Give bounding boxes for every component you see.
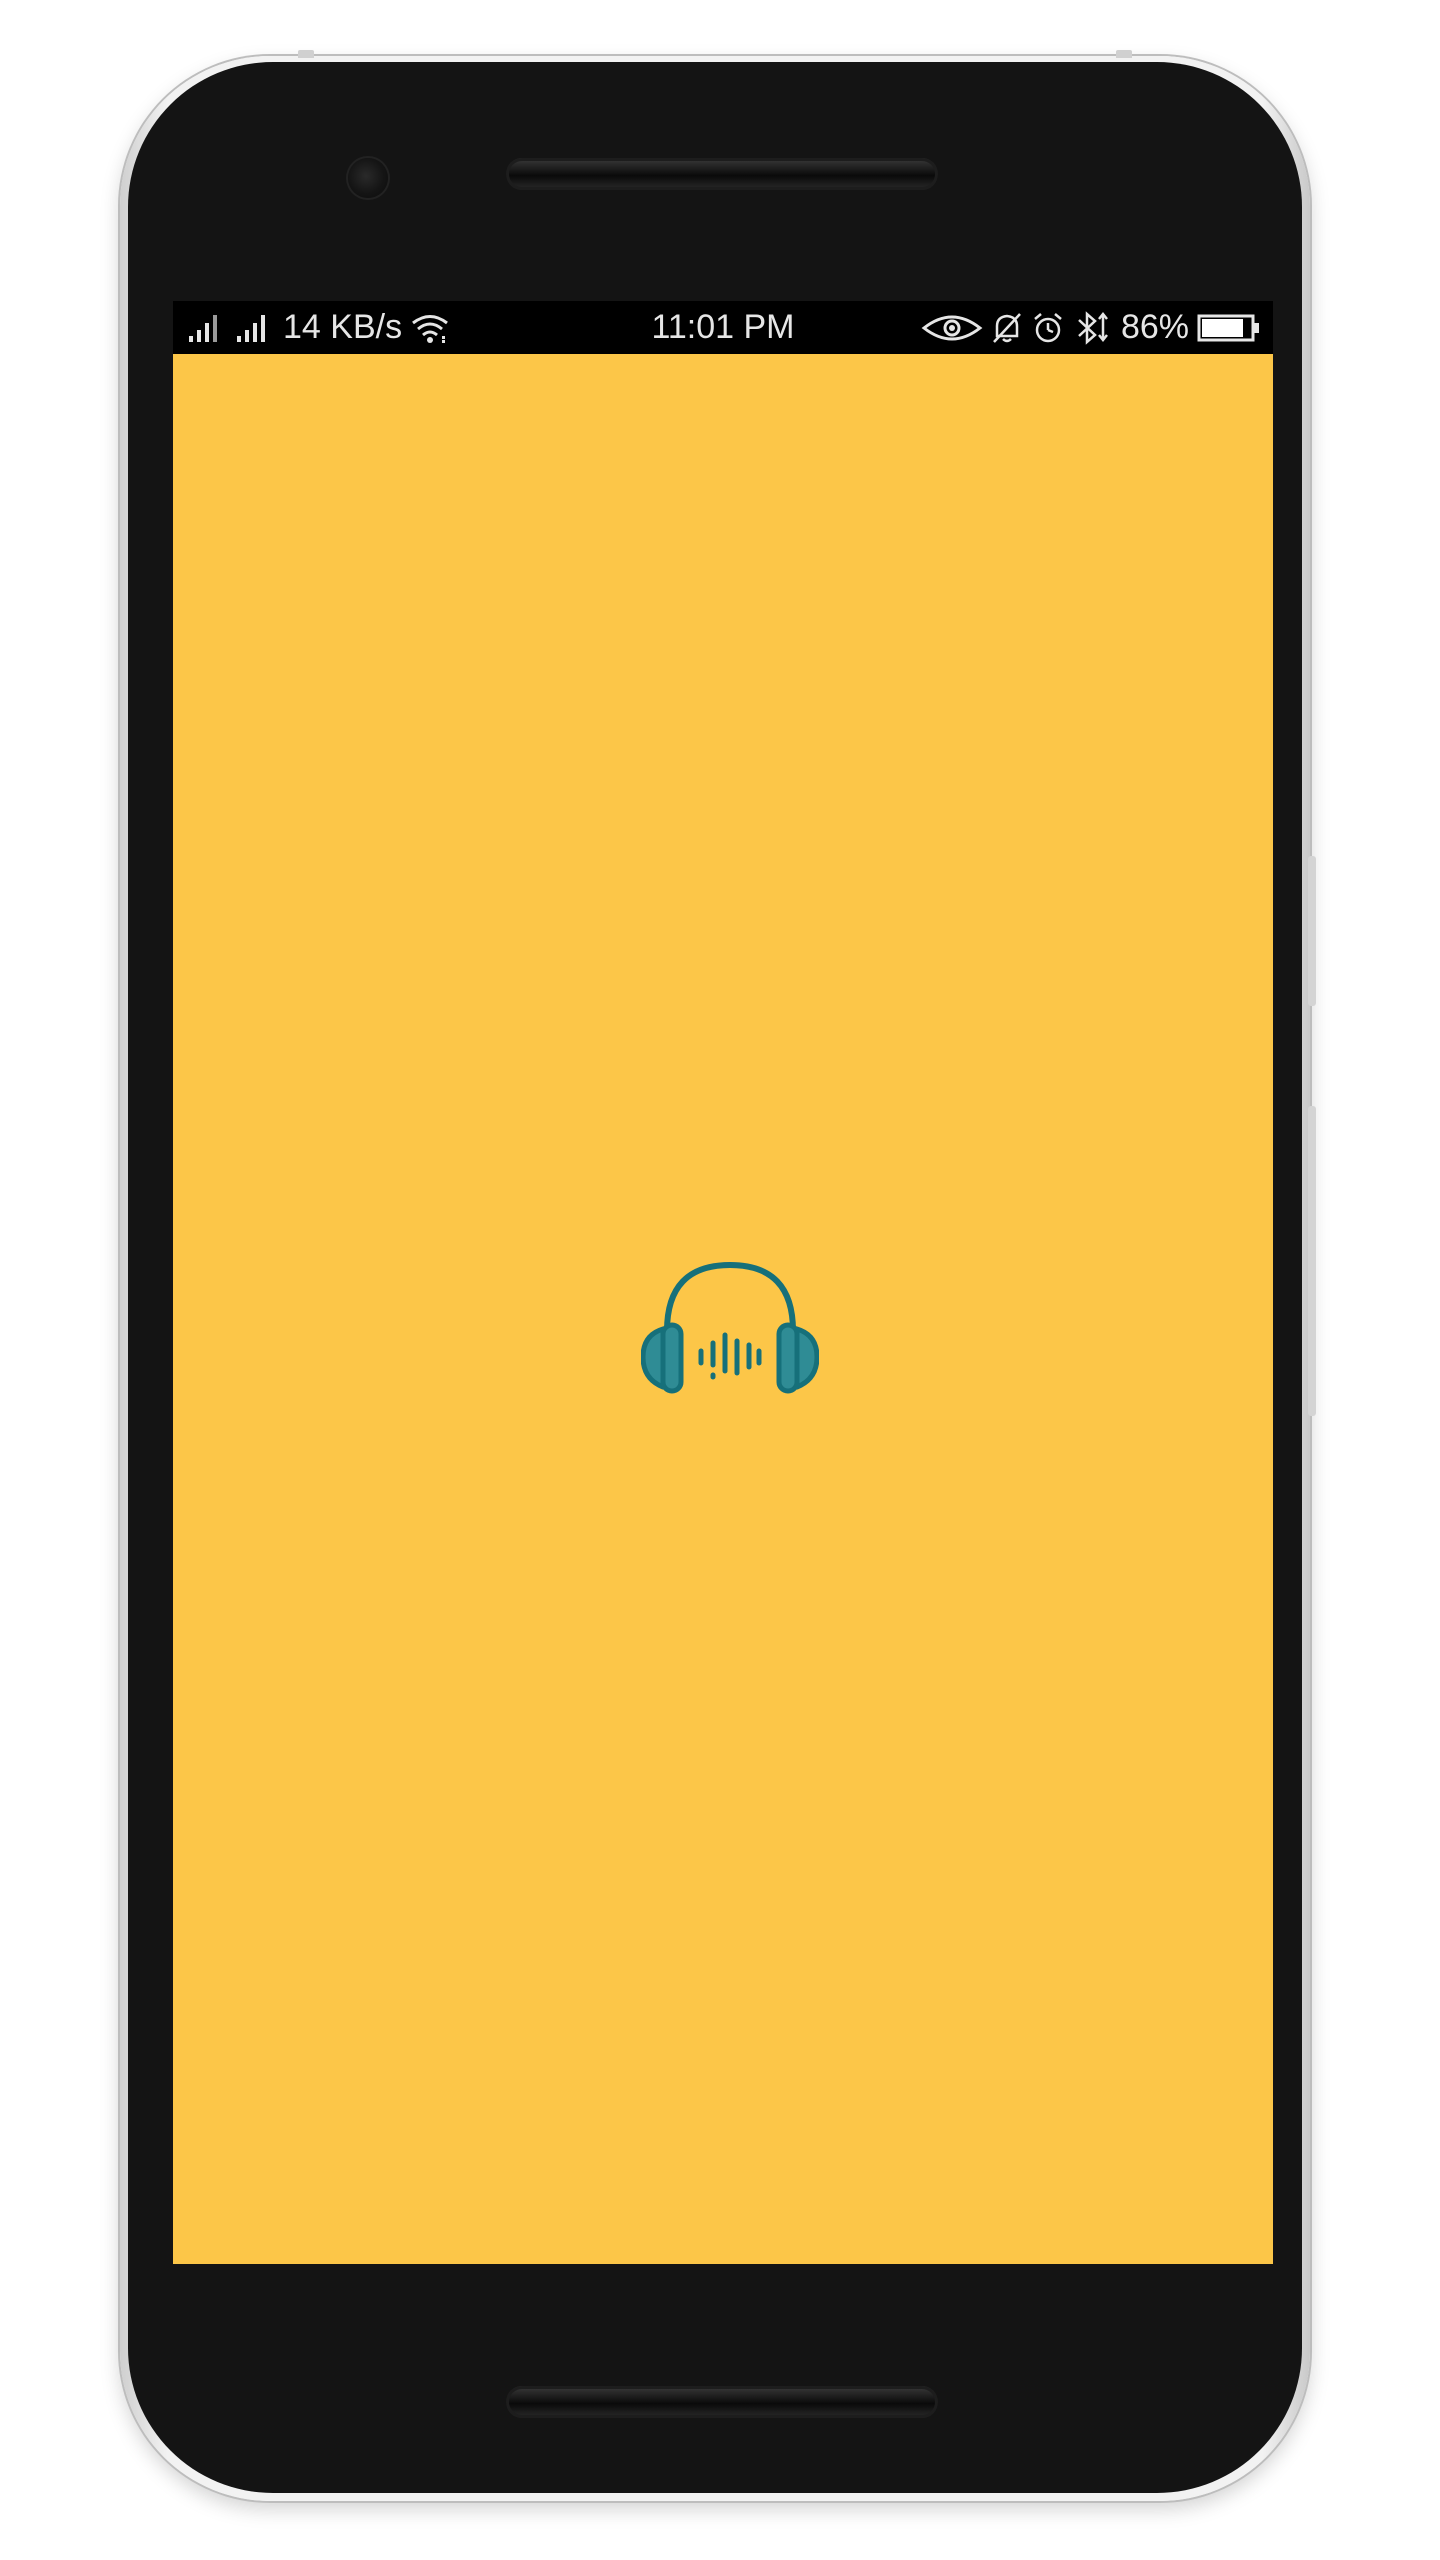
frame-top-nub-left [298, 50, 314, 58]
bell-muted-icon [991, 311, 1023, 345]
status-bar: 14 KB/s 11:01 PM 86% [173, 301, 1273, 354]
battery-icon [1197, 312, 1261, 344]
headphones-soundwave-icon [640, 1259, 820, 1399]
phone-bezel: 14 KB/s 11:01 PM 86% [128, 62, 1302, 2493]
frame-top-nub-right [1116, 50, 1132, 58]
volume-button [1308, 856, 1316, 1006]
phone-frame: 14 KB/s 11:01 PM 86% [120, 50, 1316, 2501]
device-mockup: 14 KB/s 11:01 PM 86% [0, 0, 1440, 2560]
front-camera [348, 158, 388, 198]
power-button [1308, 1106, 1316, 1416]
bluetooth-icon [1073, 310, 1113, 345]
bottom-speaker-grille [506, 2386, 938, 2418]
status-bar-right: 86% [921, 301, 1261, 354]
app-splash-screen[interactable]: 14 KB/s 11:01 PM 86% [173, 301, 1273, 2264]
battery-percent: 86% [1120, 308, 1189, 346]
eye-comfort-icon [921, 312, 983, 344]
alarm-icon [1031, 311, 1065, 345]
top-speaker-grille [506, 158, 938, 190]
